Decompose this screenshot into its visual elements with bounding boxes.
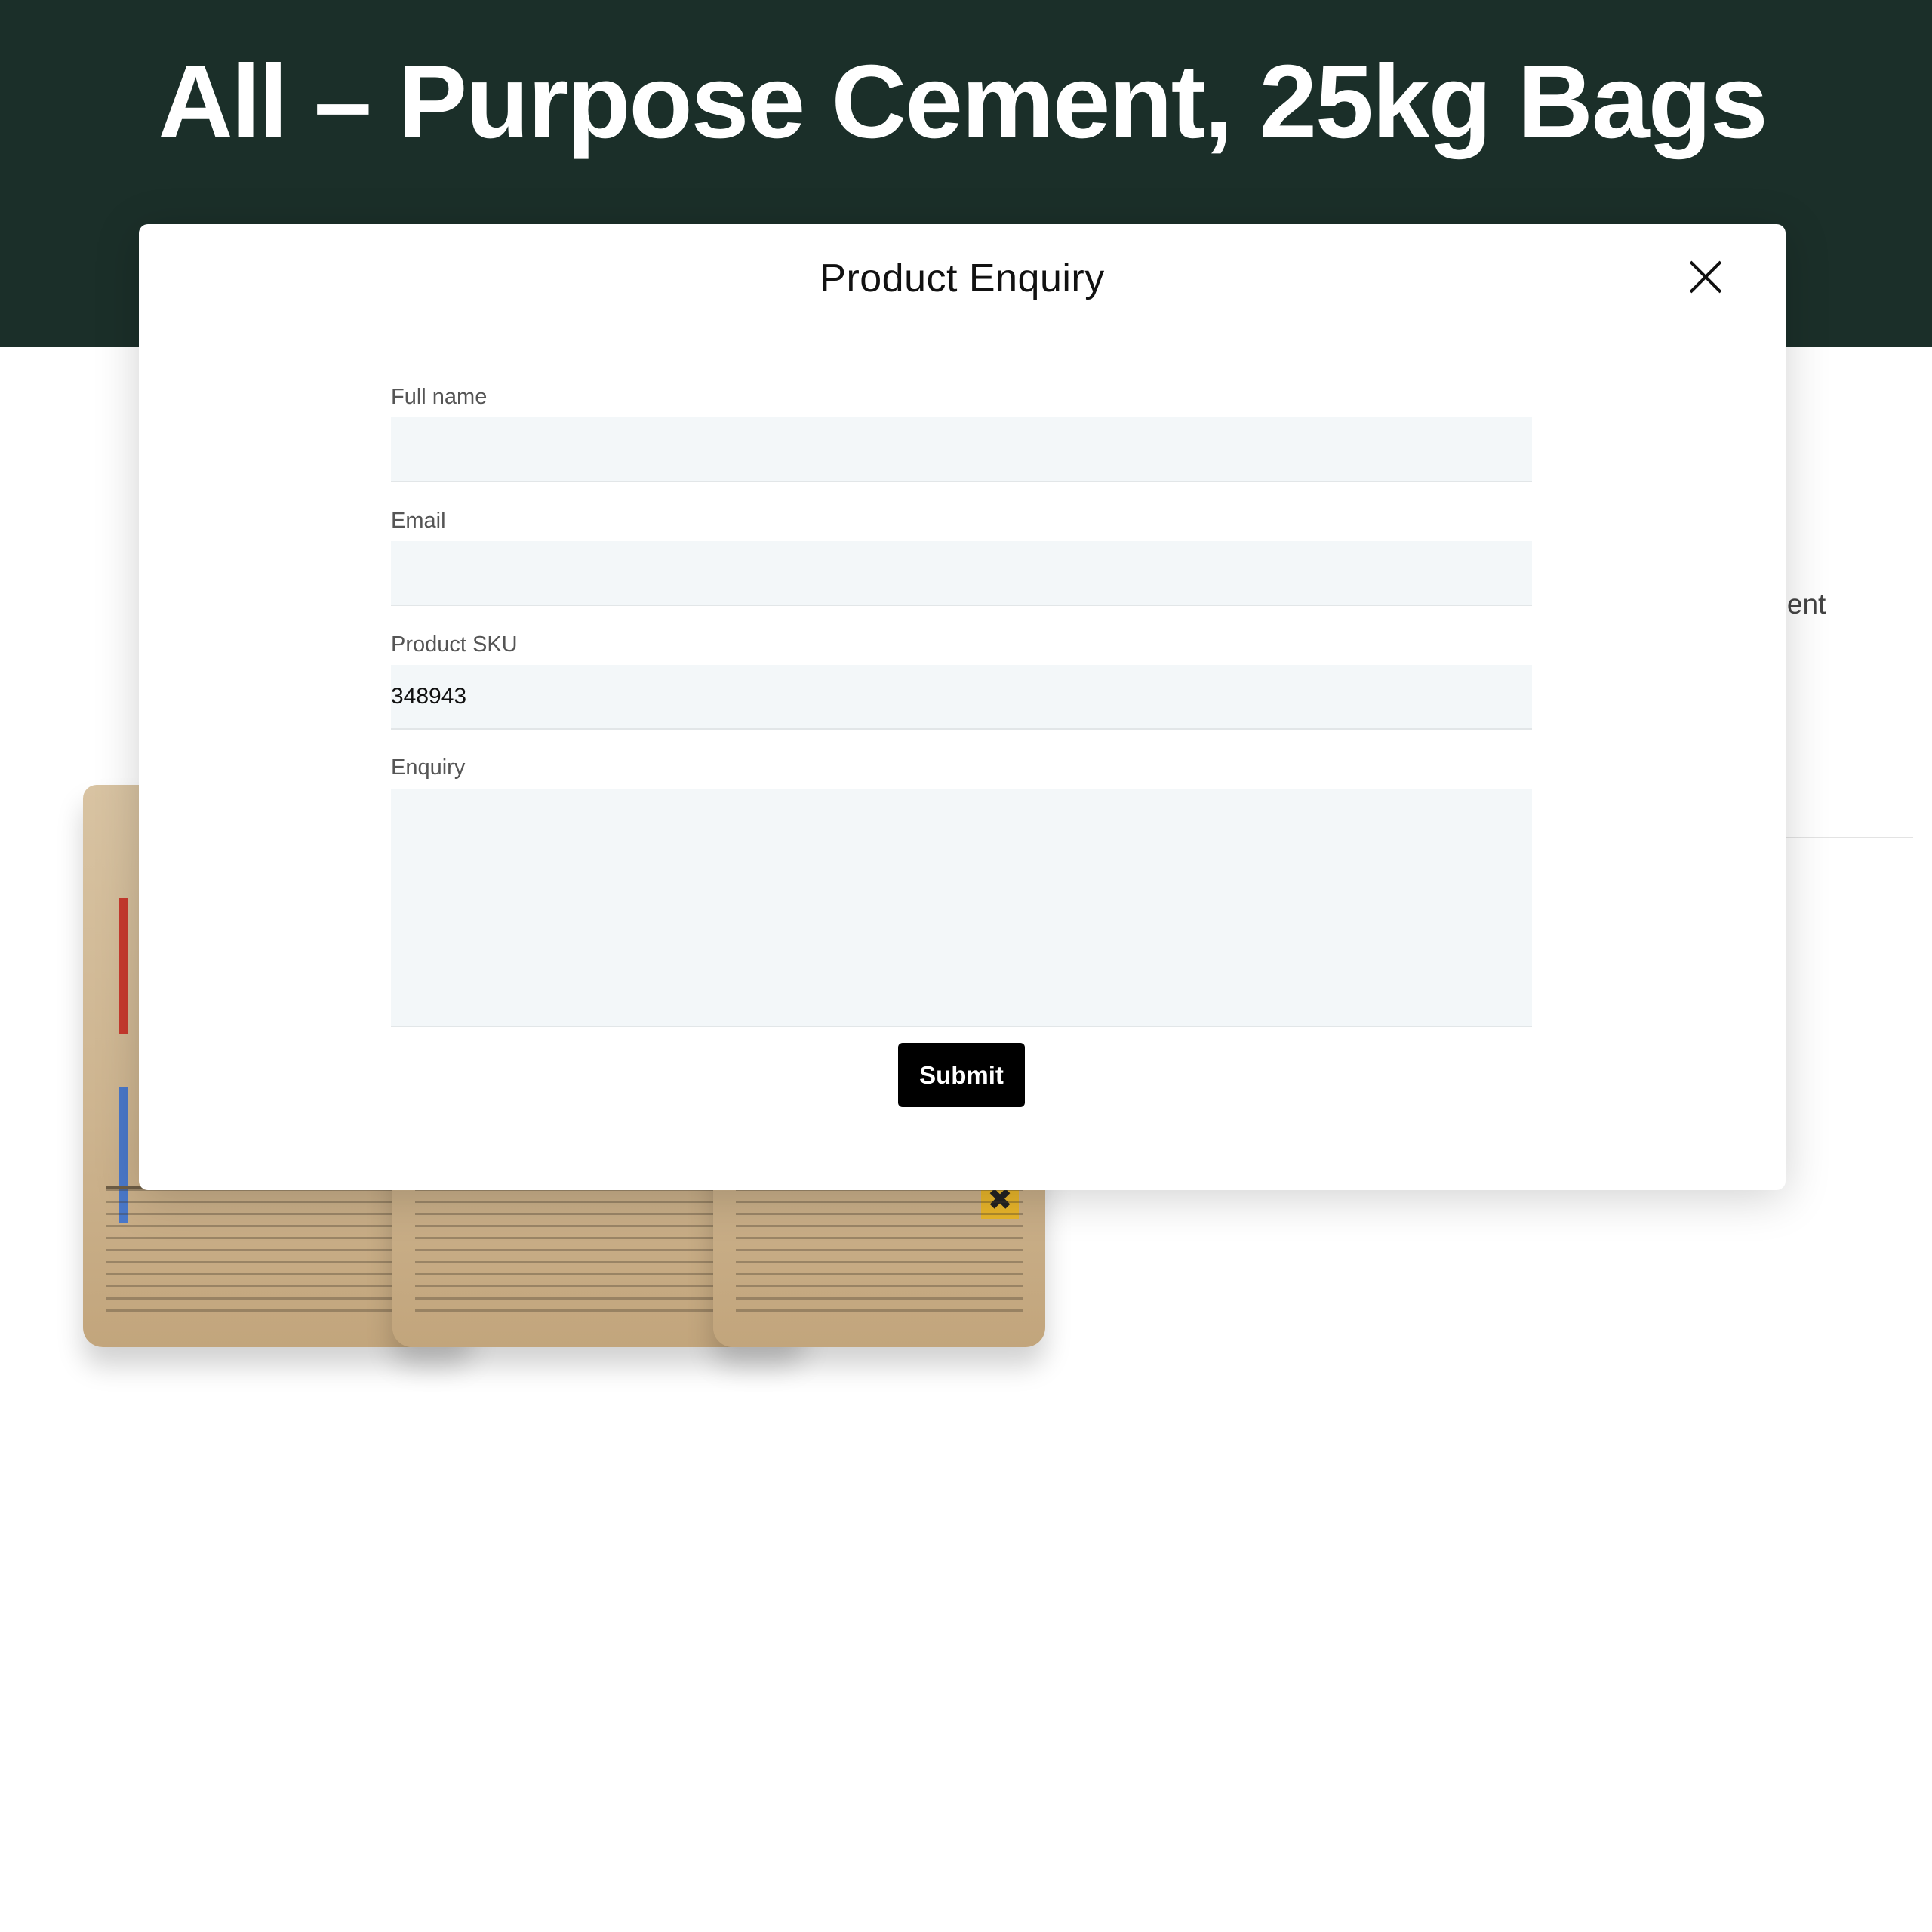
bag-label bbox=[736, 1186, 1023, 1317]
modal-title: Product Enquiry bbox=[820, 257, 1105, 300]
close-button[interactable] bbox=[1683, 254, 1728, 300]
email-input[interactable] bbox=[391, 541, 1532, 606]
divider bbox=[1781, 837, 1913, 838]
enquiry-textarea[interactable] bbox=[391, 789, 1532, 1027]
full-name-label: Full name bbox=[391, 385, 488, 409]
product-enquiry-modal: Product Enquiry Full name Email Product … bbox=[139, 224, 1786, 1190]
sku-label: Product SKU bbox=[391, 632, 518, 657]
sku-input[interactable] bbox=[391, 665, 1532, 730]
enquiry-label: Enquiry bbox=[391, 755, 466, 780]
page-title: All – Purpose Cement, 25kg Bags bbox=[158, 44, 1767, 160]
email-label: Email bbox=[391, 509, 446, 533]
full-name-input[interactable] bbox=[391, 417, 1532, 482]
submit-button[interactable]: Submit bbox=[898, 1043, 1025, 1107]
close-icon bbox=[1689, 260, 1722, 294]
